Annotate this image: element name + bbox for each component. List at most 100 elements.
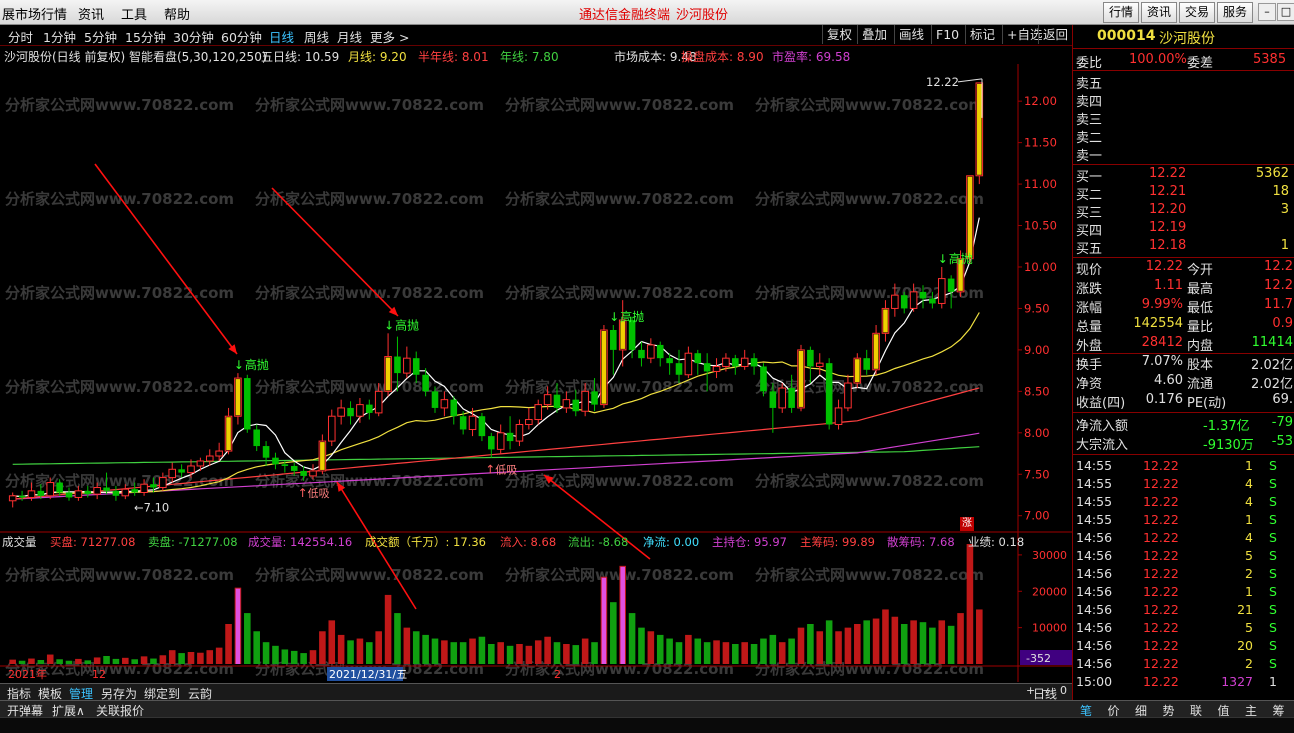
volume-bar [159, 655, 167, 664]
kline-chart[interactable]: 12.00 11.50 11.00 10.50 10.00 9.50 9.00 8.50 8.0… [0, 64, 1072, 682]
ask-level-label: 卖三 [1076, 113, 1103, 128]
tick-side: S [1269, 566, 1277, 581]
app-title: 通达信金融终端 [579, 8, 671, 23]
tick-time: 14:55 [1076, 458, 1113, 473]
candle-body [262, 446, 270, 458]
trade-button[interactable]: 交易 [1179, 2, 1216, 23]
retail-value: 散筹码: 7.68 [887, 535, 955, 549]
tick-volume: 21 [1237, 602, 1253, 617]
volume-bar [75, 658, 82, 664]
status-bar [0, 717, 1294, 733]
annotation-arrowhead [337, 482, 346, 492]
stat-value: 1.11 [1154, 278, 1183, 293]
candle-body [93, 487, 101, 495]
volume-bar [854, 624, 861, 664]
period-tab-7[interactable]: 周线 [304, 27, 329, 46]
volume-bar [534, 640, 542, 664]
volume-bar [703, 642, 711, 664]
volume-bar [741, 642, 748, 664]
overlay-button[interactable]: 叠加 [857, 25, 891, 44]
candle-body [394, 356, 401, 374]
volume-bar [647, 631, 655, 664]
tick-price: 12.22 [1143, 566, 1179, 581]
f10-button[interactable]: F10 [931, 25, 963, 44]
volume-bar [947, 625, 955, 664]
minimize-icon[interactable]: – [1258, 3, 1276, 21]
candle-body [534, 404, 543, 421]
candle-body [403, 357, 411, 374]
candle-body [788, 388, 795, 408]
menu-market[interactable]: 展市场行情 [2, 4, 67, 23]
period-tab-5[interactable]: 60分钟 [221, 27, 262, 46]
candle-body [290, 465, 298, 471]
period-bar: 分时 1分钟 5分钟 15分钟 30分钟 60分钟 日线 周线 月线 更多 > … [0, 25, 1072, 46]
volume-bar [281, 649, 289, 664]
candle-body [74, 490, 83, 498]
back-button[interactable]: 返回 [1038, 25, 1072, 44]
volume-bar [685, 634, 692, 664]
pe-value: 市盈率: 69.58 [772, 50, 851, 64]
price-tick-label: 11.00 [1024, 177, 1057, 191]
volume-bar [882, 609, 889, 664]
zoom-reset-button[interactable]: 0 [1060, 684, 1067, 697]
period-tab-4[interactable]: 30分钟 [173, 27, 214, 46]
period-tab-6[interactable]: 日线 [269, 27, 294, 46]
buy-arrow-icon: ↑ [298, 486, 308, 500]
candle-body [628, 320, 636, 350]
tick-side: S [1269, 638, 1277, 653]
candle-body [807, 349, 814, 367]
buy-value: 买盘: 71277.08 [50, 535, 136, 549]
volume-bar [178, 653, 185, 664]
menu-tools[interactable]: 工具 [121, 4, 147, 23]
zoom-in-button[interactable]: + [1026, 684, 1035, 697]
stat-value: 2.02亿 [1251, 358, 1293, 373]
volume-bar [225, 624, 232, 664]
zoom-out-button[interactable]: − [1042, 684, 1051, 697]
stat-label: 总量 [1076, 320, 1103, 335]
stat-label: 涨幅 [1076, 301, 1103, 316]
volume-bar [844, 627, 852, 664]
divider [1073, 454, 1294, 455]
candle-body [215, 450, 223, 457]
service-button[interactable]: 服务 [1217, 2, 1254, 23]
quote-button[interactable]: 行情 [1103, 2, 1140, 23]
fuquan-button[interactable]: 复权 [822, 25, 856, 44]
volume-bar [37, 660, 45, 664]
candle-body [468, 415, 477, 430]
volume-bar [788, 638, 795, 664]
volume-bar [112, 658, 120, 664]
tick-side: S [1269, 512, 1277, 527]
period-tab-0[interactable]: 分时 [8, 27, 33, 46]
volume-bar [938, 620, 946, 664]
draw-button[interactable]: 画线 [894, 25, 928, 44]
news-button[interactable]: 资讯 [1141, 2, 1178, 23]
restore-icon[interactable]: □ [1277, 3, 1294, 21]
tick-volume: 4 [1245, 494, 1253, 509]
volume-bar [384, 594, 392, 664]
chart-title: 沙河股份(日线 前复权) 智能看盘(5,30,120,250) [4, 50, 267, 64]
period-tab-3[interactable]: 15分钟 [125, 27, 166, 46]
candle-body [412, 358, 420, 375]
period-tab-2[interactable]: 5分钟 [84, 27, 117, 46]
tick-price: 12.22 [1143, 548, 1179, 563]
menu-info[interactable]: 资讯 [78, 4, 104, 23]
stat-value: 9.99% [1141, 297, 1183, 312]
tick-volume: 1 [1245, 584, 1253, 599]
period-tab-8[interactable]: 月线 [337, 27, 362, 46]
candle-body [900, 295, 908, 309]
chip-value: 主筹码: 99.89 [800, 535, 875, 549]
period-tab-1[interactable]: 1分钟 [43, 27, 76, 46]
menu-help[interactable]: 帮助 [164, 4, 190, 23]
candle-body [694, 353, 702, 364]
mark-button[interactable]: 标记 [965, 25, 999, 44]
volume-bar [957, 613, 964, 664]
tick-price: 12.22 [1143, 674, 1179, 689]
period-tab-more[interactable]: 更多 > [370, 27, 409, 46]
volume-bar [525, 645, 533, 664]
volume-bar [347, 640, 354, 664]
ma-month-value: 月线: 9.20 [348, 50, 407, 64]
ma5-value: 五日线: 10.59 [261, 50, 340, 64]
candle-body [356, 404, 364, 417]
volume-bar [469, 638, 476, 664]
candle-body [187, 465, 195, 474]
